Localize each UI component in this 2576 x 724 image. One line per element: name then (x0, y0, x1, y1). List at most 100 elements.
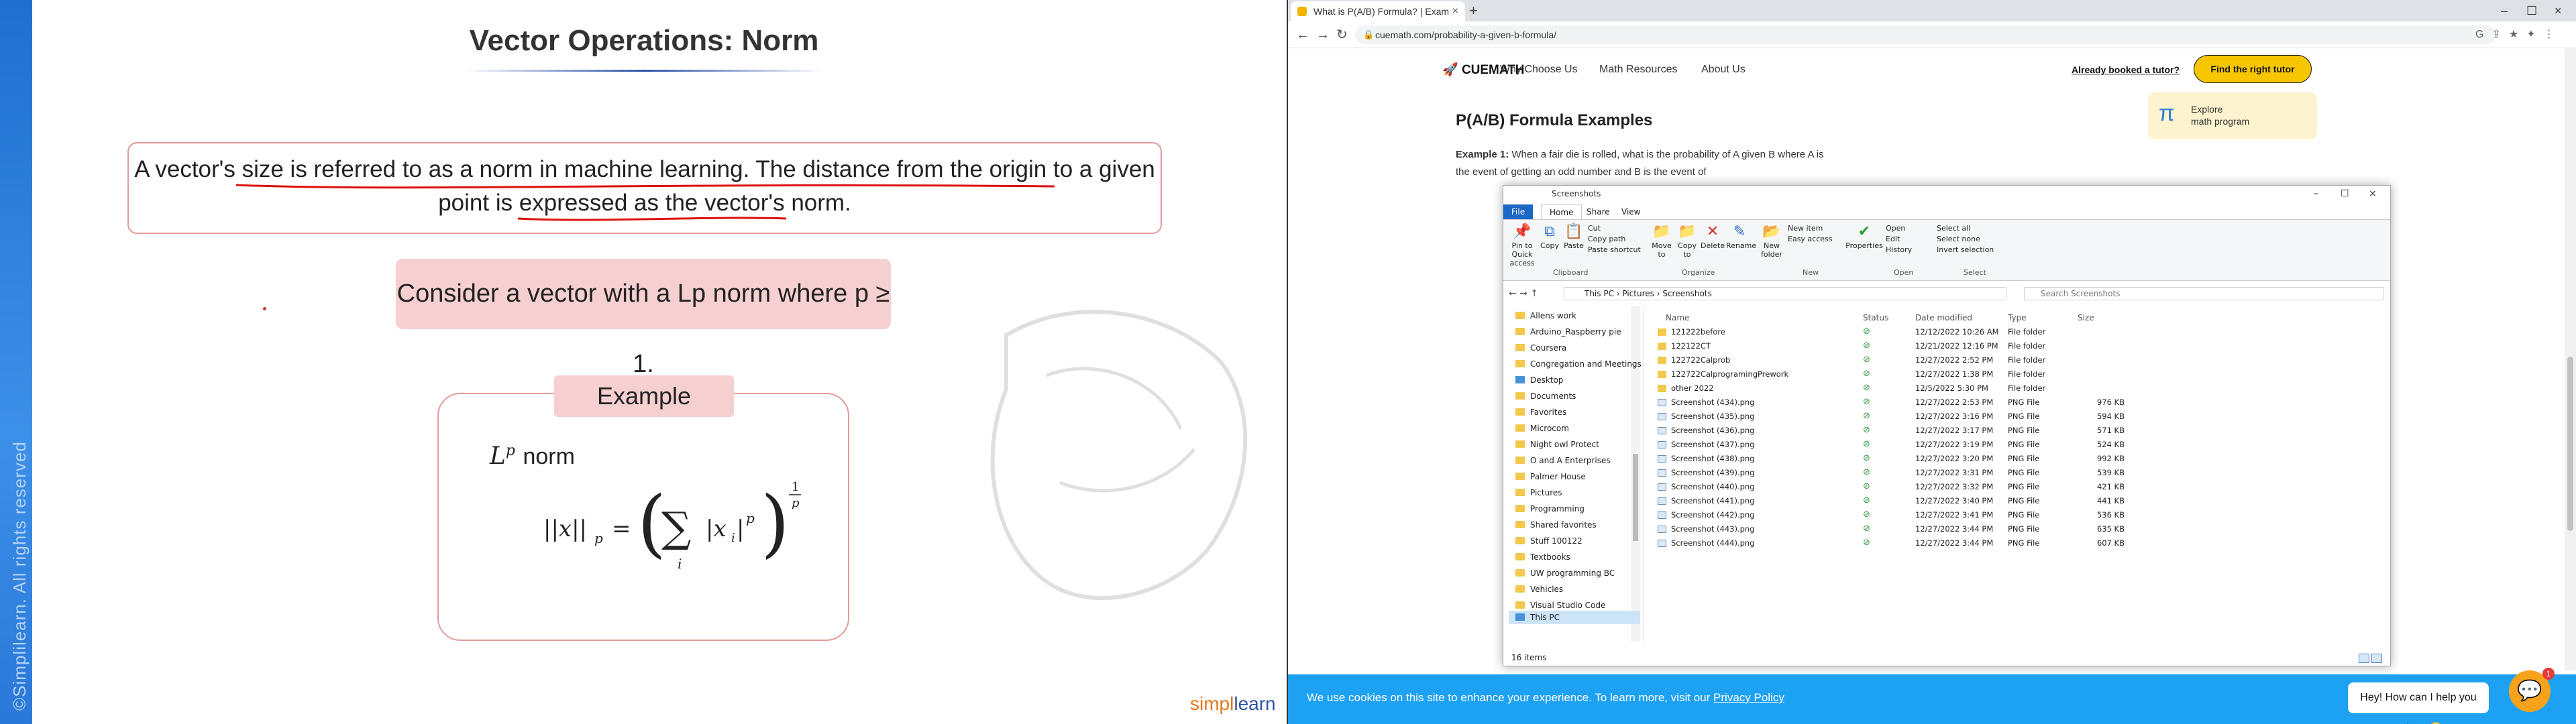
ribbon-tab-file[interactable]: File (1503, 204, 1534, 219)
table-row[interactable]: Screenshot (443).png ⊘ 12/27/2022 3:44 PM P… (1648, 522, 2386, 536)
reload-icon[interactable]: ↻ (1336, 25, 1348, 44)
table-row[interactable]: Screenshot (438).png ⊘ 12/27/2022 3:20 PM P… (1648, 452, 2386, 465)
nav-pane-item[interactable]: Microcom (1515, 422, 1569, 435)
column-size[interactable]: Size (2078, 313, 2094, 322)
nav-pane-item[interactable]: Shared favorites (1515, 518, 1597, 532)
table-row[interactable]: Screenshot (437).png ⊘ 12/27/2022 3:19 PM P… (1648, 438, 2386, 451)
nav-pane-item[interactable]: Coursera (1515, 341, 1566, 355)
nav-pane-item-label: Night owl Protect (1530, 440, 1599, 449)
table-row[interactable]: 121222before ⊘ 12/12/2022 10:26 AM File fol… (1648, 325, 2386, 339)
ribbon-tab-home[interactable]: Home (1541, 204, 1582, 219)
ribbon-tab-share[interactable]: Share (1578, 204, 1618, 219)
nav-pane-item[interactable]: Documents (1515, 389, 1576, 403)
nav-pane-item[interactable]: Vehicles (1515, 583, 1563, 596)
url-input[interactable]: 🔒 cuemath.com/probability-a-given-b-form… (1355, 25, 2496, 44)
folder-icon (1515, 569, 1525, 577)
view-toggle-buttons[interactable] (2357, 652, 2383, 663)
edit-button[interactable]: Edit (1886, 235, 1900, 244)
pin-quick-access-button[interactable]: 📌 Pin to Quick access (1507, 223, 1537, 267)
nav-pane-item[interactable]: Allens work (1515, 309, 1576, 322)
select-none-button[interactable]: Select none (1937, 235, 1980, 244)
maximize-button[interactable]: ☐ (2526, 0, 2537, 21)
minimize-button[interactable]: – (2501, 0, 2508, 21)
column-status[interactable]: Status (1863, 313, 1888, 322)
ribbon-tab-view[interactable]: View (1613, 204, 1648, 219)
nav-math-resources[interactable]: Math Resources (1599, 64, 1678, 76)
table-row[interactable]: other 2022 ⊘ 12/5/2022 5:30 PM File folder (1648, 381, 2386, 395)
table-row[interactable]: Screenshot (439).png ⊘ 12/27/2022 3:31 PM P… (1648, 466, 2386, 479)
nav-pane-item[interactable]: Congregation and Meetings (1515, 357, 1642, 371)
nav-pane-item[interactable]: Programming (1515, 502, 1585, 516)
nav-pane-item[interactable]: Textbooks (1515, 550, 1570, 564)
copy-to-button[interactable]: 📁 Copy to (1675, 223, 1699, 259)
nav-pane-item[interactable]: UW programming BC (1515, 566, 1615, 580)
scrollbar-thumb[interactable] (2567, 357, 2573, 531)
table-row[interactable]: 122722CalprogramingPrework ⊘ 12/27/2022 1:… (1648, 367, 2386, 381)
table-row[interactable]: 122122CT ⊘ 12/21/2022 12:16 PM File folder (1648, 339, 2386, 353)
nav-pane-item[interactable]: Visual Studio Code (1515, 599, 1605, 612)
nav-pane-item[interactable]: Night owl Protect (1515, 438, 1599, 451)
table-row[interactable]: Screenshot (434).png ⊘ 12/27/2022 2:53 PM P… (1648, 396, 2386, 409)
delete-button[interactable]: ✕ Delete (1701, 223, 1725, 250)
folder-icon (1515, 585, 1525, 593)
chat-greeting[interactable]: Hey! How can I help you today? 😊 (2348, 682, 2489, 724)
nav-pane-item[interactable]: Arduino_Raspberry pie (1515, 325, 1621, 339)
explorer-minimize-button[interactable]: – (2314, 186, 2318, 202)
paste-shortcut-button[interactable]: Paste shortcut (1588, 245, 1641, 255)
nav-pane-item[interactable]: Pictures (1515, 486, 1562, 499)
nav-pane-item[interactable]: Palmer House (1515, 470, 1586, 483)
column-date-modified[interactable]: Date modified (1915, 313, 1972, 322)
file-size: 421 KB (2096, 482, 2125, 491)
explorer-close-button[interactable]: × (2369, 186, 2377, 202)
explorer-maximize-button[interactable]: ☐ (2341, 186, 2349, 202)
nav-pane-item-label: Congregation and Meetings (1530, 359, 1642, 369)
find-tutor-button[interactable]: Find the right tutor (2194, 55, 2312, 83)
table-row[interactable]: Screenshot (435).png ⊘ 12/27/2022 3:16 PM P… (1648, 410, 2386, 423)
column-type[interactable]: Type (2008, 313, 2027, 322)
move-to-button[interactable]: 📁 Move to (1650, 223, 1674, 259)
new-item-button[interactable]: New item (1788, 224, 1823, 233)
history-button[interactable]: History (1886, 245, 1912, 255)
close-window-button[interactable]: × (2555, 0, 2562, 21)
easy-access-button[interactable]: Easy access (1788, 235, 1833, 244)
nav-pane-item[interactable]: O and A Enterprises (1515, 454, 1611, 467)
page-scrollbar[interactable] (2565, 48, 2576, 670)
properties-button[interactable]: ✔ Properties (1845, 223, 1883, 250)
table-row[interactable]: Screenshot (441).png ⊘ 12/27/2022 3:40 PM P… (1648, 494, 2386, 507)
browser-tab[interactable]: What is P(A/B) Formula? | Exam × (1291, 1, 1465, 21)
nav-pane-item[interactable]: Stuff 100122 (1515, 534, 1582, 548)
explore-program-card[interactable]: π Explore math program (2148, 93, 2317, 139)
nav-pane-item[interactable]: Favorites (1515, 406, 1566, 419)
table-row[interactable]: Screenshot (440).png ⊘ 12/27/2022 3:32 PM P… (1648, 480, 2386, 493)
column-name[interactable]: Name (1666, 313, 1689, 322)
already-booked-link[interactable]: Already booked a tutor? (2072, 64, 2180, 75)
back-arrow-icon[interactable]: ← (1296, 25, 1309, 44)
table-row[interactable]: 122722Calprob ⊘ 12/27/2022 2:52 PM File fol… (1648, 353, 2386, 367)
nav-why-choose-us[interactable]: Why Choose Us (1500, 64, 1578, 76)
invert-selection-button[interactable]: Invert selection (1937, 245, 1994, 255)
privacy-policy-link[interactable]: Privacy Policy (1713, 691, 1784, 704)
paste-button[interactable]: 📋 Paste (1562, 223, 1585, 250)
tab-close-icon[interactable]: × (1452, 1, 1458, 21)
copy-path-button[interactable]: Copy path (1588, 235, 1625, 244)
table-row[interactable]: Screenshot (436).png ⊘ 12/27/2022 3:17 PM P… (1648, 424, 2386, 437)
breadcrumb[interactable]: This PC › Pictures › Screenshots (1564, 287, 2006, 300)
select-all-button[interactable]: Select all (1937, 224, 1970, 233)
nav-pane-scrollbar[interactable] (1631, 306, 1640, 642)
search-input[interactable]: Search Screenshots (2024, 287, 2383, 300)
open-button[interactable]: Open (1886, 224, 1905, 233)
new-tab-button[interactable]: + (1469, 0, 1478, 21)
table-row[interactable]: Screenshot (442).png ⊘ 12/27/2022 3:41 PM P… (1648, 508, 2386, 522)
nav-pane-item[interactable]: This PC (1509, 611, 1640, 624)
extension-icons[interactable]: G⇪★✦⋮ (2475, 25, 2563, 44)
forward-arrow-icon[interactable]: → (1316, 25, 1330, 44)
table-row[interactable]: Screenshot (444).png ⊘ 12/27/2022 3:44 PM P… (1648, 536, 2386, 550)
explorer-back-icon[interactable]: ← → ↑ (1509, 285, 1538, 302)
copy-button[interactable]: ⧉ Copy (1538, 223, 1561, 250)
nav-pane-item[interactable]: Desktop (1515, 373, 1564, 387)
rename-button[interactable]: ✎ Rename (1726, 223, 1756, 250)
nav-about-us[interactable]: About Us (1701, 64, 1746, 76)
new-folder-button[interactable]: 📂 New folder (1758, 223, 1785, 259)
cut-button[interactable]: Cut (1588, 224, 1601, 233)
file-type: PNG File (2008, 454, 2040, 463)
